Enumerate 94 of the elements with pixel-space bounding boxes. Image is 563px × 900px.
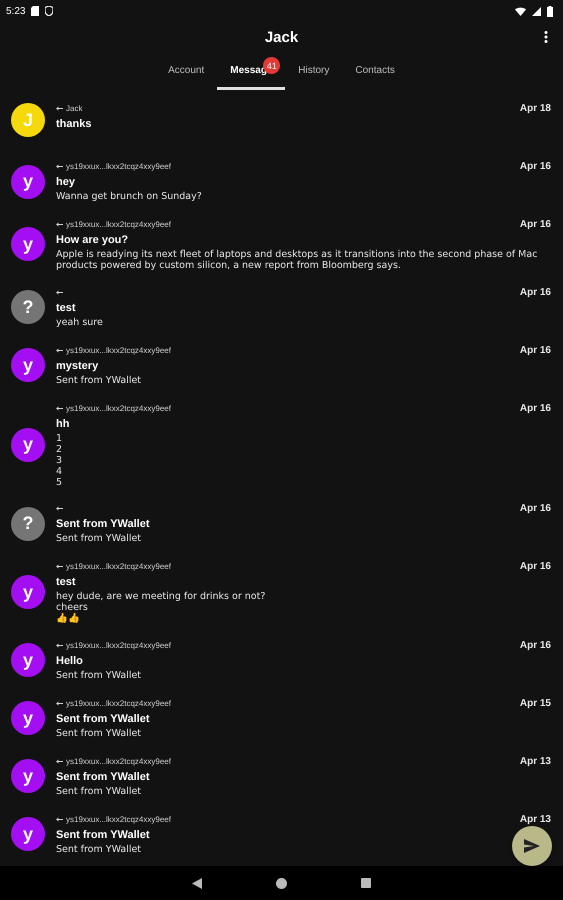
message-subject: test	[56, 576, 76, 590]
avatar: ?	[11, 290, 45, 324]
message-row[interactable]: y ys19xxux...lkxx2tcqz4xxy9eef Apr 13 Sent from YWallet Sent from YWallet	[0, 808, 563, 866]
arrow-icon	[56, 106, 63, 111]
avatar: y	[11, 643, 45, 678]
tab[interactable]: History	[285, 52, 342, 90]
message-date: Apr 13	[520, 814, 551, 825]
message-row[interactable]: J Jack Apr 18 thanks	[0, 97, 563, 155]
message-body: Sent from YWallet	[56, 533, 142, 544]
sender-address: ys19xxux...lkxx2tcqz4xxy9eef	[66, 698, 171, 708]
arrow-icon	[56, 348, 63, 353]
message-date: Apr 18	[520, 103, 551, 114]
sender-address: ys19xxux...lkxx2tcqz4xxy9eef	[66, 220, 171, 229]
message-date: Apr 16	[520, 640, 551, 651]
message-date: Apr 15	[520, 698, 551, 709]
arrow-icon	[56, 290, 63, 295]
arrow-icon	[56, 222, 63, 227]
message-body: 1 2 3 4 5	[56, 432, 62, 488]
message-body: Sent from YWallet	[56, 844, 142, 855]
avatar: y	[11, 227, 45, 262]
avatar: y	[11, 348, 45, 382]
message-body: yeah sure	[56, 316, 103, 328]
avatar: y	[11, 428, 45, 462]
message-subject: Hello	[56, 654, 83, 668]
sender-address: Jack	[66, 104, 82, 113]
tab[interactable]: Account	[155, 52, 218, 90]
message-date: Apr 13	[520, 756, 551, 767]
message-body: Wanna get brunch on Sunday?	[56, 191, 202, 202]
battery-icon	[547, 6, 553, 16]
message-body: Sent from YWallet	[56, 374, 142, 386]
signal-icon	[532, 6, 541, 16]
message-subject: thanks	[56, 118, 92, 131]
message-body: Apple is readying its next fleet of laptops and desktops as it transitions into the second phase of Mac products powered by custom silicon, a new report from Bloomberg says.	[56, 249, 538, 271]
arrow-icon	[56, 816, 63, 822]
arrow-icon	[56, 700, 63, 706]
message-date: Apr 16	[520, 503, 551, 514]
home-icon[interactable]	[276, 878, 287, 888]
message-row[interactable]: ? Apr 16 Sent from YWallet Sent from YWallet	[0, 497, 563, 556]
message-row[interactable]: ? Apr 16 test yeah sure	[0, 280, 563, 339]
message-row[interactable]: y ys19xxux...lkxx2tcqz4xxy9eef Apr 13 Sent from YWallet Sent from YWallet	[0, 750, 563, 808]
avatar: ?	[11, 506, 45, 541]
send-button[interactable]	[512, 826, 552, 866]
sender-address: ys19xxux...lkxx2tcqz4xxy9eef	[66, 640, 171, 650]
message-subject: How are you?	[56, 234, 128, 247]
message-subject: Sent from YWallet	[56, 770, 150, 784]
message-date: Apr 16	[520, 219, 551, 230]
avatar: y	[11, 817, 45, 852]
arrow-icon	[56, 642, 63, 648]
arrow-icon	[56, 758, 63, 764]
message-body: Sent from YWallet	[56, 786, 142, 797]
message-row[interactable]: y ys19xxux...lkxx2tcqz4xxy9eef Apr 15 Sent from YWallet Sent from YWallet	[0, 692, 563, 750]
message-body: hey dude, are we meeting for drinks or not? cheers 👍👍	[56, 591, 266, 624]
message-date: Apr 16	[520, 344, 551, 356]
avatar: y	[11, 164, 45, 198]
arrow-icon	[56, 164, 63, 169]
sender-address: ys19xxux...lkxx2tcqz4xxy9eef	[66, 756, 171, 766]
arrow-icon	[56, 506, 63, 512]
send-icon	[524, 839, 540, 853]
message-subject: hey	[56, 176, 75, 189]
message-date: Apr 16	[520, 561, 551, 572]
sender-address: ys19xxux...lkxx2tcqz4xxy9eef	[66, 814, 171, 824]
window-title: Jack	[264, 28, 298, 46]
message-row[interactable]: y ys19xxux...lkxx2tcqz4xxy9eef Apr 16 hey Wanna get brunch on Sunday?	[0, 155, 563, 213]
shield-icon	[45, 6, 54, 16]
avatar: y	[11, 701, 45, 736]
message-row[interactable]: y ys19xxux...lkxx2tcqz4xxy9eef Apr 16 Hello Sent from YWallet	[0, 634, 563, 692]
sender-address: ys19xxux...lkxx2tcqz4xxy9eef	[66, 162, 171, 171]
message-subject: Sent from YWallet	[56, 712, 150, 726]
message-body: Sent from YWallet	[56, 728, 142, 739]
avatar: y	[11, 575, 45, 610]
message-subject: Sent from YWallet	[56, 518, 150, 532]
wifi-icon	[515, 6, 526, 16]
back-icon[interactable]	[192, 878, 202, 888]
message-row[interactable]: y ys19xxux...lkxx2tcqz4xxy9eef Apr 16 mystery Sent from YWallet	[0, 338, 563, 397]
message-date: Apr 16	[520, 161, 551, 172]
status-time: 5:23	[6, 6, 26, 16]
sender-address: ys19xxux...lkxx2tcqz4xxy9eef	[66, 404, 171, 413]
tab[interactable]: Contacts	[342, 52, 408, 90]
arrow-icon	[56, 564, 63, 570]
message-body: Sent from YWallet	[56, 670, 142, 681]
message-subject: hh	[56, 418, 70, 431]
message-subject: Sent from YWallet	[56, 828, 150, 842]
sender-address: ys19xxux...lkxx2tcqz4xxy9eef	[66, 562, 171, 572]
avatar: y	[11, 759, 45, 794]
message-date: Apr 16	[520, 402, 551, 414]
avatar: J	[11, 103, 45, 137]
sender-address: ys19xxux...lkxx2tcqz4xxy9eef	[66, 346, 171, 355]
message-date: Apr 16	[520, 286, 551, 298]
message-subject: test	[56, 302, 76, 315]
arrow-icon	[56, 406, 63, 411]
message-row[interactable]: y ys19xxux...lkxx2tcqz4xxy9eef Apr 16 test hey dude, are we meeting for drinks or not? cheers 👍👍	[0, 555, 563, 634]
sd-card-icon	[31, 6, 40, 16]
message-subject: mystery	[56, 360, 98, 373]
message-row[interactable]: y ys19xxux...lkxx2tcqz4xxy9eef Apr 16 hh 1 2 3 4 5	[0, 396, 563, 498]
